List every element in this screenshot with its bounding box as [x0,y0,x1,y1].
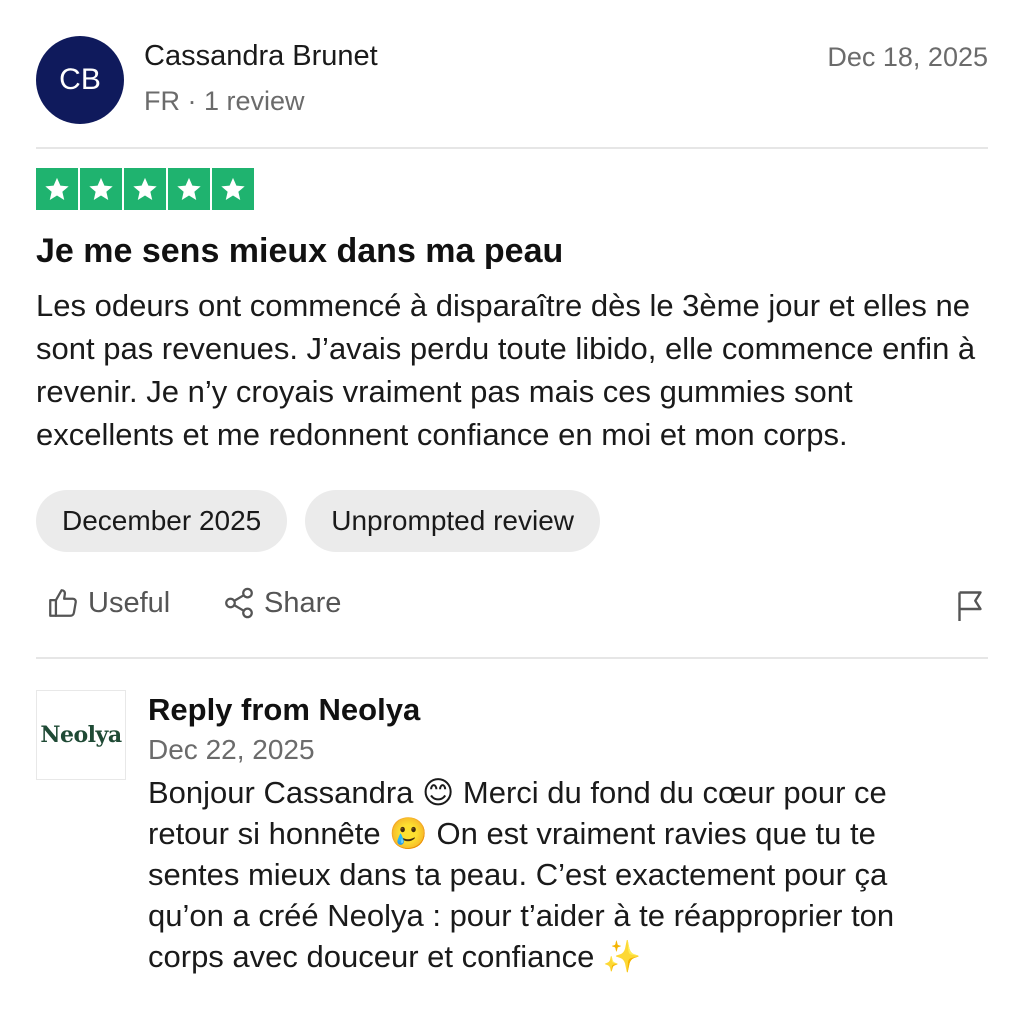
flag-icon[interactable] [952,588,988,624]
share-button[interactable]: Share [222,586,341,620]
divider [36,147,988,149]
company-logo[interactable]: Neolya [36,690,126,780]
unprompted-review-chip[interactable]: Unprompted review [305,490,601,552]
review-tags: December 2025 Unprompted review [36,490,601,552]
share-icon [225,587,253,619]
star-icon [80,168,122,210]
star-icon [124,168,166,210]
star-rating [36,168,254,210]
star-icon [168,168,210,210]
useful-button[interactable]: Useful [46,586,170,620]
review-date: Dec 18, 2025 [827,42,988,72]
thumbs-up-icon [49,589,77,617]
useful-label: Useful [88,586,171,619]
divider [36,657,988,659]
reply-body: Bonjour Cassandra 😊 Merci du fond du cœu… [148,775,895,974]
reply-date: Dec 22, 2025 [148,734,315,765]
review-title: Je me sens mieux dans ma peau [36,232,564,270]
review-body: Les odeurs ont commencé à disparaître dè… [36,288,976,452]
reviewer-meta: FR · 1 review [144,86,305,116]
reply-title: Reply from Neolya [148,692,421,727]
avatar[interactable]: CB [36,36,124,124]
reviewer-name[interactable]: Cassandra Brunet [144,40,378,73]
star-icon [36,168,78,210]
star-icon [212,168,254,210]
review-header: CB Cassandra Brunet FR · 1 review Dec 18… [36,36,988,126]
share-label: Share [264,586,342,619]
review-actions: Useful Share [46,586,988,630]
date-of-experience-chip: December 2025 [36,490,288,552]
